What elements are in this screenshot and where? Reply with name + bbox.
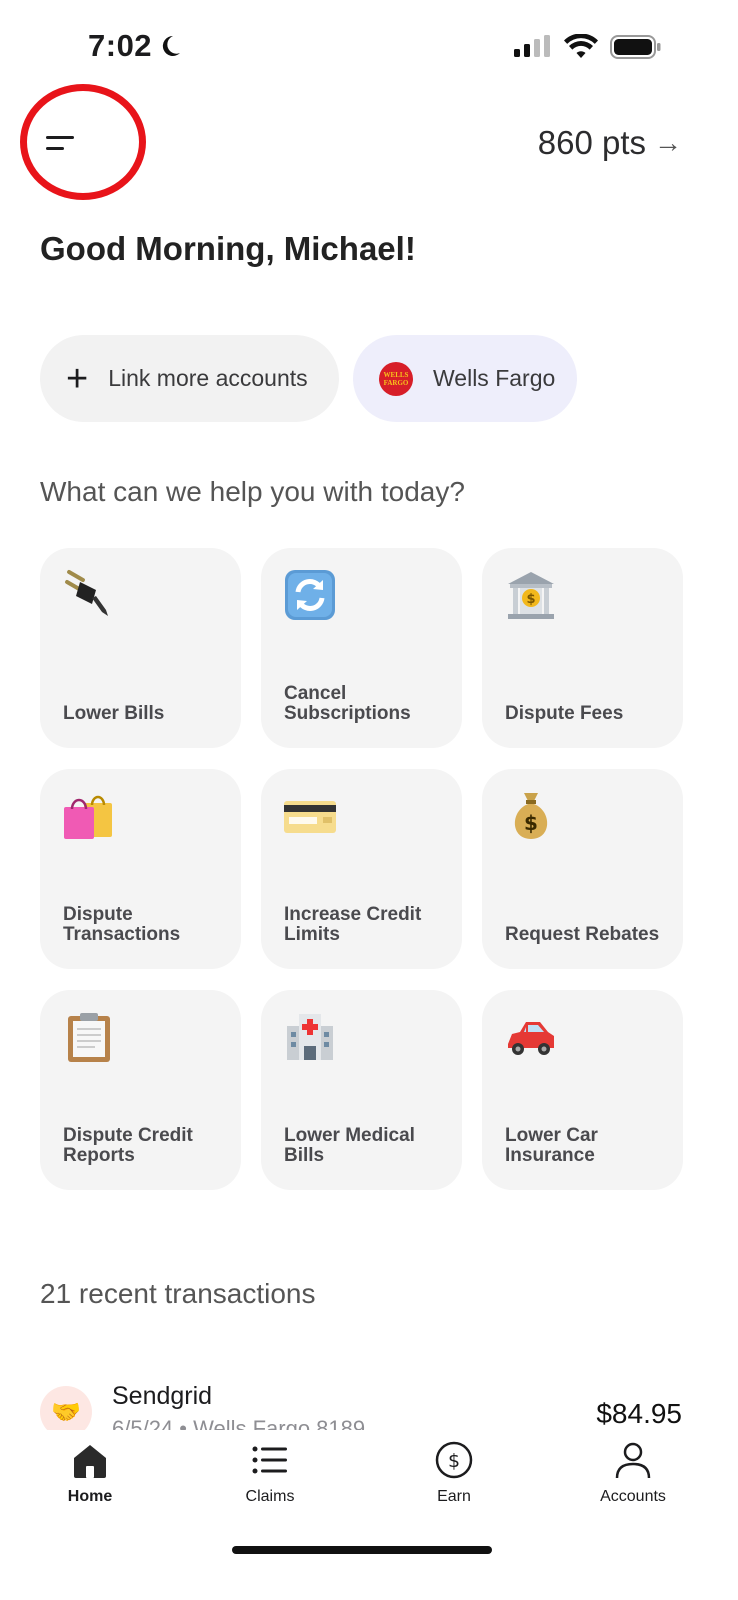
- cellular-signal-icon: [514, 35, 550, 57]
- points-value: 860 pts: [537, 124, 646, 161]
- points-button[interactable]: 860 pts →: [538, 124, 682, 162]
- status-bar: 7:02: [0, 0, 738, 100]
- service-label: Request Rebates: [505, 924, 660, 945]
- bank-icon: $: [508, 572, 554, 619]
- hospital-icon: [287, 1014, 333, 1060]
- tab-home[interactable]: Home: [25, 1440, 155, 1506]
- service-label: Lower Bills: [63, 703, 165, 724]
- service-tile-lower-car-insurance[interactable]: Lower Car Insurance: [482, 990, 683, 1190]
- service-label: Dispute Credit Reports: [63, 1125, 193, 1166]
- service-label: Dispute Fees: [505, 703, 624, 724]
- link-accounts-label: Link more accounts: [108, 365, 308, 391]
- service-tile-dispute-credit-reports[interactable]: Dispute Credit Reports: [40, 990, 241, 1190]
- handshake-icon: 🤝: [40, 1386, 92, 1430]
- service-tile-dispute-fees[interactable]: $ Dispute Fees: [482, 548, 683, 748]
- menu-line-bottom: [46, 147, 64, 150]
- wells-fargo-chip[interactable]: WELLS FARGO Wells Fargo: [353, 335, 577, 422]
- service-label: Dispute Transactions: [63, 904, 181, 945]
- bottom-tab-bar: Home Claims $ Earn Accounts: [0, 1430, 738, 1600]
- greeting-title: Good Morning, Michael!: [40, 230, 416, 267]
- service-label: Increase Credit Limits: [284, 904, 422, 945]
- car-icon: [508, 1022, 554, 1055]
- menu-highlight-circle: [20, 84, 146, 200]
- status-indicators: [514, 34, 662, 60]
- arrow-right-icon: →: [654, 127, 682, 158]
- service-label: Cancel Subscriptions: [284, 683, 411, 724]
- bank-label: Wells Fargo: [433, 365, 556, 391]
- status-time: 7:02: [88, 28, 182, 64]
- clipboard-icon: [68, 1013, 110, 1062]
- service-tile-increase-credit-limits[interactable]: Increase Credit Limits: [261, 769, 462, 969]
- credit-card-icon: [284, 801, 336, 833]
- status-time-text: 7:02: [88, 28, 153, 63]
- money-bag-icon: $: [514, 793, 548, 839]
- service-tile-cancel-subscriptions[interactable]: Cancel Subscriptions: [261, 548, 462, 748]
- recent-transactions-title: 21 recent transactions: [40, 1278, 316, 1309]
- service-label: Lower Medical Bills: [284, 1125, 415, 1166]
- svg-text:$: $: [448, 1450, 460, 1472]
- dollar-circle-icon: $: [435, 1441, 473, 1479]
- menu-icon[interactable]: [46, 136, 76, 154]
- repeat-arrows-icon: [285, 570, 335, 620]
- home-indicator[interactable]: [232, 1546, 492, 1554]
- transaction-details: 6/5/24 • Wells Fargo 8189: [112, 1416, 366, 1430]
- wells-fargo-logo-icon: WELLS FARGO: [379, 361, 413, 396]
- transaction-amount: $84.95: [596, 1398, 682, 1429]
- tab-accounts[interactable]: Accounts: [568, 1440, 698, 1506]
- svg-text:$: $: [524, 811, 538, 835]
- tab-label: Claims: [245, 1488, 295, 1505]
- moon-icon: [162, 35, 181, 56]
- service-tile-request-rebates[interactable]: $ Request Rebates: [482, 769, 683, 969]
- tab-label: Earn: [437, 1488, 471, 1505]
- tab-label: Accounts: [600, 1488, 666, 1505]
- plus-icon: +: [66, 357, 89, 400]
- transaction-merchant: Sendgrid: [112, 1382, 213, 1410]
- service-label: Lower Car Insurance: [505, 1125, 598, 1166]
- service-tile-dispute-transactions[interactable]: Dispute Transactions: [40, 769, 241, 969]
- service-tile-lower-medical-bills[interactable]: Lower Medical Bills: [261, 990, 462, 1190]
- tab-claims[interactable]: Claims: [205, 1440, 335, 1506]
- person-icon: [615, 1442, 651, 1479]
- tab-label: Home: [67, 1488, 113, 1505]
- list-icon: [252, 1446, 287, 1474]
- help-section-title: What can we help you with today?: [40, 476, 465, 507]
- tab-earn[interactable]: $ Earn: [389, 1440, 519, 1506]
- service-tile-lower-bills[interactable]: Lower Bills: [40, 548, 241, 748]
- home-icon: [74, 1445, 106, 1478]
- svg-text:$: $: [526, 592, 535, 607]
- link-accounts-button[interactable]: + Link more accounts: [40, 335, 339, 422]
- menu-line-top: [46, 136, 74, 139]
- shopping-bags-icon: [64, 795, 112, 839]
- wifi-icon: [564, 34, 598, 58]
- plug-icon: [65, 570, 108, 616]
- battery-icon: [610, 35, 661, 59]
